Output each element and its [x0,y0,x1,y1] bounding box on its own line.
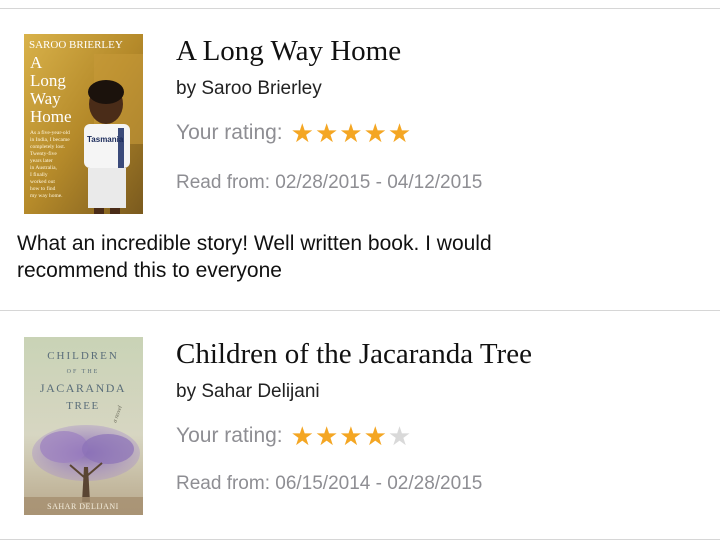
cover-blurb-line: how to find [30,185,56,192]
cover-blurb-line: I finally [30,171,48,178]
book-title[interactable]: Children of the Jacaranda Tree [176,338,532,371]
cover-title-line: A [30,53,43,72]
book-author[interactable]: by Sahar Delijani [176,381,320,403]
cover-blurb-line: in Australia, [30,165,58,171]
cover-shirt-text: Tasmania [87,135,124,144]
cover-blurb-line: my way home. [30,193,63,199]
cover-title-line: OF THE [67,369,100,375]
star-icon[interactable]: ★ [339,120,362,146]
cover-title-line: Way [30,89,61,108]
star-empty-icon[interactable]: ★ [388,423,411,449]
star-icon[interactable]: ★ [291,120,314,146]
cover-title-line: Long [30,71,66,90]
book-entry-a-long-way-home[interactable]: Tasmania SAROO BRIERLEY A Long Way Home … [0,0,720,300]
cover-blurb-line: in India, I became [30,137,70,143]
book-title[interactable]: A Long Way Home [176,35,401,68]
review-line: What an incredible story! Well written b… [17,232,492,255]
cover-blurb-line: completely lost. [30,144,66,150]
book-author[interactable]: by Saroo Brierley [176,78,322,100]
cover-title-line: TREE [66,400,100,412]
cover-title-line: JACARANDA [40,381,126,395]
cover-author-caps: SAHAR DELIJANI [47,502,119,511]
star-icon[interactable]: ★ [364,120,387,146]
cover-author-caps: SAROO BRIERLEY [29,39,123,51]
star-icon[interactable]: ★ [291,423,314,449]
cover-blurb-line: As a five-year-old [30,129,70,136]
rating-row: Your rating: ★ ★ ★ ★ ★ [176,120,412,146]
star-icon[interactable]: ★ [364,423,387,449]
book-cover-children-of-the-jacaranda-tree[interactable]: CHILDREN OF THE JACARANDA TREE a novel S… [24,337,143,515]
star-rating[interactable]: ★ ★ ★ ★ ★ [291,120,413,146]
read-dates: Read from: 06/15/2014 - 02/28/2015 [176,473,483,494]
cover-title-line: Home [30,107,72,126]
cover-title-line: CHILDREN [47,350,119,362]
bottom-divider [0,539,720,540]
star-icon[interactable]: ★ [339,423,362,449]
read-dates: Read from: 02/28/2015 - 04/12/2015 [176,172,483,193]
rating-label: Your rating: [176,121,283,144]
star-icon[interactable]: ★ [315,423,338,449]
rating-label: Your rating: [176,424,283,447]
star-icon[interactable]: ★ [315,120,338,146]
rating-row: Your rating: ★ ★ ★ ★ ★ [176,423,412,449]
review-text: What an incredible story! Well written b… [17,230,617,284]
star-rating[interactable]: ★ ★ ★ ★ ★ [291,423,413,449]
cover-blurb-line: Twenty-five [30,150,57,157]
star-icon[interactable]: ★ [388,120,411,146]
review-line: recommend this to everyone [17,259,282,282]
book-cover-a-long-way-home[interactable]: Tasmania SAROO BRIERLEY A Long Way Home … [24,34,143,214]
cover-blurb-line: years later [30,158,53,164]
book-entry-children-of-the-jacaranda-tree[interactable]: CHILDREN OF THE JACARANDA TREE a novel S… [0,311,720,540]
cover-blurb-line: worked out [30,179,55,185]
